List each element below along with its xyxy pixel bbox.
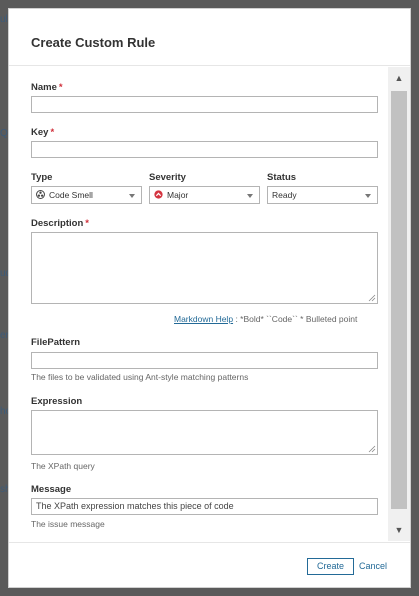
file-pattern-input[interactable] <box>31 352 378 369</box>
description-label-text: Description <box>31 218 84 229</box>
status-label: Status <box>267 172 297 183</box>
description-label: Description * <box>31 218 89 229</box>
expression-textarea[interactable] <box>31 410 378 455</box>
type-select[interactable]: Code Smell <box>31 186 142 204</box>
dialog-footer: Create Cancel <box>9 542 410 587</box>
background-text-fragment: er <box>0 330 8 341</box>
required-marker: * <box>85 218 89 229</box>
name-input[interactable] <box>31 96 378 113</box>
expression-label: Expression <box>31 396 83 407</box>
message-label: Message <box>31 484 72 495</box>
background-text-fragment: ud <box>0 268 8 279</box>
cancel-link[interactable]: Cancel <box>359 559 387 574</box>
dialog-body: Name * Key * Type Severity Status Code Sme… <box>9 67 410 541</box>
create-custom-rule-dialog: Create Custom Rule Name * Key * Type Sever… <box>8 8 411 588</box>
major-severity-icon <box>154 190 163 199</box>
dialog-title: Create Custom Rule <box>31 35 156 50</box>
markdown-syntax-hint: : *Bold* ``Code`` * Bulleted point <box>235 314 358 324</box>
status-selected-value: Ready <box>272 190 297 200</box>
markdown-help: Markdown Help : *Bold* ``Code`` * Bullet… <box>174 314 357 324</box>
create-button[interactable]: Create <box>307 558 354 575</box>
message-input[interactable]: The XPath expression matches this piece … <box>31 498 378 515</box>
markdown-help-link[interactable]: Markdown Help <box>174 314 233 324</box>
scroll-up-arrow-icon[interactable]: ▲ <box>388 69 410 87</box>
key-label: Key * <box>31 127 54 138</box>
background-text-fragment: ho <box>0 406 8 417</box>
resize-grip-icon[interactable] <box>368 445 376 453</box>
name-label: Name * <box>31 82 63 93</box>
background-text-fragment: Q <box>0 128 8 139</box>
file-pattern-help: The files to be validated using Ant-styl… <box>31 372 249 382</box>
type-selected-value: Code Smell <box>49 190 93 200</box>
background-text-fragment: sh <box>0 484 8 495</box>
required-marker: * <box>58 82 63 93</box>
chevron-down-icon <box>247 194 253 198</box>
code-smell-icon <box>36 190 45 200</box>
expression-help: The XPath query <box>31 461 95 471</box>
chevron-down-icon <box>129 194 135 198</box>
description-textarea[interactable] <box>31 232 378 304</box>
file-pattern-label: FilePattern <box>31 337 81 348</box>
name-label-text: Name <box>31 82 57 93</box>
scroll-down-arrow-icon[interactable]: ▼ <box>388 521 410 539</box>
key-label-text: Key <box>31 127 49 138</box>
type-label: Type <box>31 172 53 183</box>
message-help: The issue message <box>31 519 105 529</box>
dialog-scrollbar[interactable]: ▲ ▼ <box>388 67 410 541</box>
resize-grip-icon[interactable] <box>368 294 376 302</box>
required-marker: * <box>50 127 55 138</box>
chevron-down-icon <box>365 194 371 198</box>
severity-label: Severity <box>149 172 186 183</box>
background-text-fragment: ul <box>0 14 8 25</box>
severity-select[interactable]: Major <box>149 186 260 204</box>
key-input[interactable] <box>31 141 378 158</box>
scrollbar-thumb[interactable] <box>391 91 407 509</box>
status-select[interactable]: Ready <box>267 186 378 204</box>
dialog-header: Create Custom Rule <box>9 9 410 66</box>
severity-selected-value: Major <box>167 190 189 200</box>
